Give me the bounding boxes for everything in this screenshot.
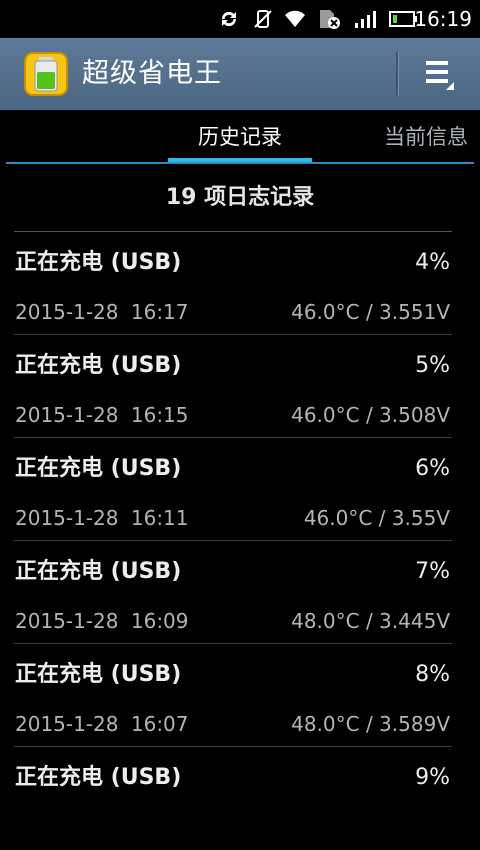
list-item[interactable]: 正在充电 (USB) 9%: [0, 747, 480, 850]
app-bar: 超级省电王: [0, 38, 480, 111]
list-item[interactable]: 正在充电 (USB) 7% 2015-1-28 16:09 48.0°C / 3…: [0, 541, 480, 644]
log-datetime: 2015-1-28 16:15: [15, 403, 189, 427]
status-bar: 16:19: [0, 0, 480, 38]
log-datetime: 2015-1-28 16:07: [15, 712, 189, 736]
battery-percent: 5%: [415, 353, 450, 378]
log-datetime: 2015-1-28 16:17: [15, 300, 189, 324]
charge-status: 正在充电 (USB): [15, 559, 182, 584]
log-datetime: 2015-1-28 16:09: [15, 609, 189, 633]
list-item[interactable]: 正在充电 (USB) 8% 2015-1-28 16:07 48.0°C / 3…: [0, 644, 480, 747]
battery-app-icon[interactable]: [24, 52, 68, 96]
vibrate-mute-icon: [250, 8, 276, 30]
sim-error-icon: [316, 8, 342, 30]
log-list[interactable]: 正在充电 (USB) 4% 2015-1-28 16:17 46.0°C / 3…: [0, 232, 480, 850]
charge-status: 正在充电 (USB): [15, 353, 182, 378]
appbar-divider: [396, 52, 399, 96]
list-item[interactable]: 正在充电 (USB) 4% 2015-1-28 16:17 46.0°C / 3…: [0, 232, 480, 335]
menu-icon[interactable]: [420, 56, 460, 96]
charge-status: 正在充电 (USB): [15, 662, 182, 687]
battery-percent: 6%: [415, 456, 450, 481]
signal-icon: [352, 8, 378, 30]
log-datetime: 2015-1-28 16:11: [15, 506, 189, 530]
tab-current-info[interactable]: 当前信息: [384, 122, 468, 152]
charge-status: 正在充电 (USB): [15, 250, 182, 275]
app-title: 超级省电王: [82, 58, 222, 89]
charge-status: 正在充电 (USB): [15, 765, 182, 790]
tab-divider: [6, 162, 474, 164]
battery-percent: 7%: [415, 559, 450, 584]
temp-voltage: 46.0°C / 3.551V: [291, 300, 450, 324]
battery-percent: 8%: [415, 662, 450, 687]
temp-voltage: 46.0°C / 3.55V: [303, 506, 450, 530]
temp-voltage: 48.0°C / 3.445V: [291, 609, 450, 633]
log-count-header: 19 项日志记录: [165, 185, 315, 210]
list-item[interactable]: 正在充电 (USB) 6% 2015-1-28 16:11 46.0°C / 3…: [0, 438, 480, 541]
status-time: 16:19: [414, 7, 472, 31]
battery-percent: 4%: [415, 250, 450, 275]
list-item[interactable]: 正在充电 (USB) 5% 2015-1-28 16:15 46.0°C / 3…: [0, 335, 480, 438]
wifi-icon: [282, 8, 308, 30]
temp-voltage: 48.0°C / 3.589V: [291, 712, 450, 736]
charge-status: 正在充电 (USB): [15, 456, 182, 481]
battery-percent: 9%: [415, 765, 450, 790]
tab-history[interactable]: 历史记录: [168, 122, 312, 152]
temp-voltage: 46.0°C / 3.508V: [291, 403, 450, 427]
tab-bar: 历史记录 当前信息: [0, 110, 480, 164]
sync-icon: [216, 8, 242, 30]
